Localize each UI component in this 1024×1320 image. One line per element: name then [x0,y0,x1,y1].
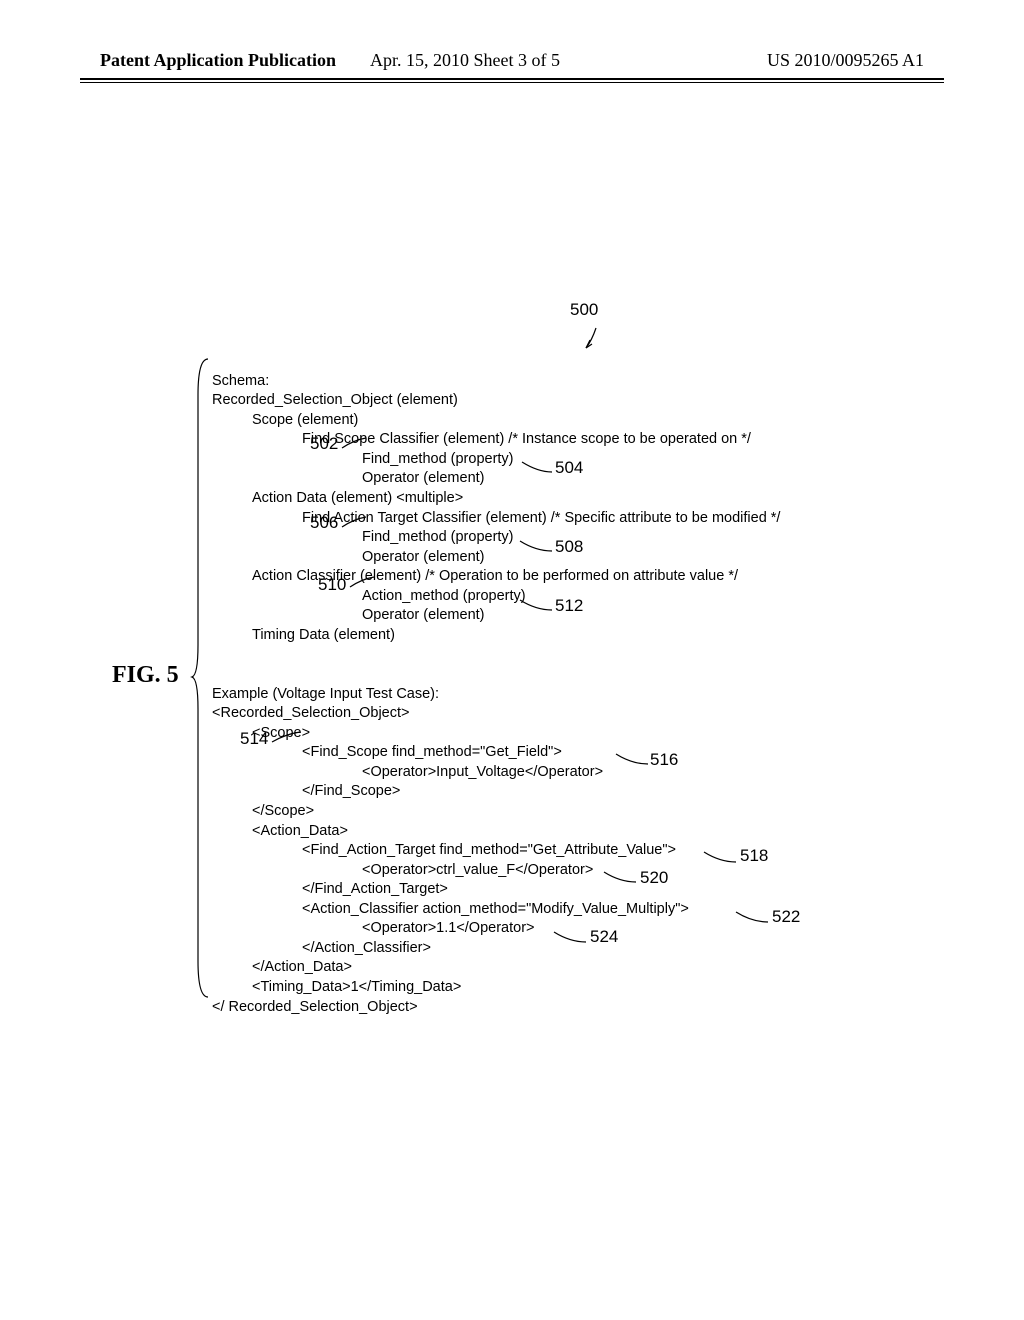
callout-508: 508 [555,537,583,557]
header-rule-thick [80,78,944,80]
schema-l5: Operator (element) [212,469,485,489]
lead-line-icon [614,750,652,768]
callout-518: 518 [740,846,768,866]
lead-line-icon [520,458,556,476]
header-right: US 2010/0095265 A1 [767,50,924,71]
lead-line-icon [734,908,772,926]
page-header: Patent Application Publication Apr. 15, … [0,50,1024,71]
example-x6: </Scope> [212,802,314,822]
lead-line-icon [270,730,304,746]
example-x8: <Find_Action_Target find_method="Get_Att… [212,841,676,861]
lead-line-icon [552,928,590,946]
example-title: Example (Voltage Input Test Case): [212,686,439,702]
curly-brace-icon [190,355,212,1005]
callout-524: 524 [590,927,618,947]
header-left: Patent Application Publication [100,50,336,71]
lead-line-icon [518,596,556,614]
example-x16: </ Recorded_Selection_Object> [212,999,418,1015]
example-x5: </Find_Scope> [212,782,400,802]
figure-label: FIG. 5 [112,662,179,689]
example-x1: <Recorded_Selection_Object> [212,705,410,721]
callout-512: 512 [555,596,583,616]
example-x11: <Action_Classifier action_method="Modify… [212,900,689,920]
schema-l2: Scope (element) [212,411,358,431]
schema-l4: Find_method (property) [212,450,514,470]
schema-l12: Operator (element) [212,606,485,626]
example-x14: </Action_Data> [212,958,352,978]
header-rule-thin [80,82,944,83]
example-x13: </Action_Classifier> [212,939,431,959]
lead-line-icon [702,848,740,866]
schema-l9: Operator (element) [212,548,485,568]
callout-522: 522 [772,907,800,927]
schema-l13: Timing Data (element) [212,626,395,646]
schema-l3: Find Scope Classifier (element) /* Insta… [212,430,751,450]
callout-504: 504 [555,458,583,478]
schema-title: Schema: [212,373,269,389]
schema-l7: Find Action Target Classifier (element) … [212,509,780,529]
arrow-down-left-icon [582,326,606,354]
code-listing: Schema: Recorded_Selection_Object (eleme… [212,352,780,1017]
callout-506: 506 [310,513,338,533]
example-x9: <Operator>ctrl_value_F</Operator> [212,861,593,881]
lead-line-icon [340,436,370,452]
example-x4: <Operator>Input_Voltage</Operator> [212,763,603,783]
header-mid: Apr. 15, 2010 Sheet 3 of 5 [370,50,560,71]
lead-line-icon [348,575,378,591]
ref-500: 500 [570,300,598,320]
example-x10: </Find_Action_Target> [212,880,448,900]
callout-516: 516 [650,750,678,770]
callout-514: 514 [240,729,268,749]
callout-502: 502 [310,434,338,454]
example-x15: <Timing_Data>1</Timing_Data> [212,978,461,998]
schema-l10: Action Classifier (element) /* Operation… [212,567,738,587]
callout-510: 510 [318,575,346,595]
schema-l1: Recorded_Selection_Object (element) [212,392,458,408]
lead-line-icon [340,515,370,531]
schema-l6: Action Data (element) <multiple> [212,489,463,509]
example-x12: <Operator>1.1</Operator> [212,919,535,939]
lead-line-icon [602,868,640,886]
example-x7: <Action_Data> [212,822,348,842]
callout-520: 520 [640,868,668,888]
lead-line-icon [518,537,556,555]
